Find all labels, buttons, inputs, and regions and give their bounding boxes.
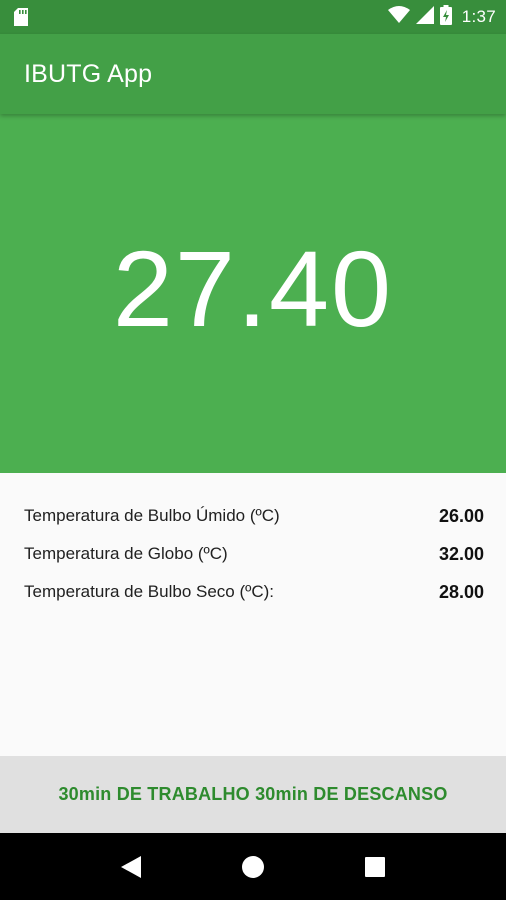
reading-label: Temperatura de Bulbo Úmido (ºC) bbox=[24, 506, 280, 525]
ibutg-value: 27.40 bbox=[112, 228, 394, 349]
reading-row-globe: Temperatura de Globo (ºC) 32.00 bbox=[24, 535, 484, 573]
readings-list: Temperatura de Bulbo Úmido (ºC) 26.00 Te… bbox=[0, 473, 506, 756]
status-right: 1:37 bbox=[387, 4, 496, 30]
navigation-bar bbox=[0, 833, 506, 900]
reading-label: Temperatura de Globo (ºC) bbox=[24, 544, 228, 563]
recommendation-bar: 30min DE TRABALHO 30min DE DESCANSO bbox=[0, 756, 506, 833]
ibutg-result-panel: 27.40 bbox=[0, 114, 506, 473]
back-icon[interactable] bbox=[111, 847, 151, 887]
battery-charging-icon bbox=[439, 4, 452, 30]
reading-value: 26.00 bbox=[438, 505, 484, 526]
reading-row-wet-bulb: Temperatura de Bulbo Úmido (ºC) 26.00 bbox=[24, 497, 484, 535]
signal-icon bbox=[415, 5, 434, 29]
reading-value: 32.00 bbox=[438, 543, 484, 564]
reading-value: 28.00 bbox=[438, 581, 484, 602]
app-bar: IBUTG App bbox=[0, 34, 506, 114]
recommendation-text: 30min DE TRABALHO 30min DE DESCANSO bbox=[58, 784, 448, 804]
reading-row-dry-bulb: Temperatura de Bulbo Seco (ºC): 28.00 bbox=[24, 573, 484, 611]
app-title: IBUTG App bbox=[24, 59, 153, 88]
wifi-icon bbox=[387, 5, 410, 29]
reading-label: Temperatura de Bulbo Seco (ºC): bbox=[24, 582, 274, 601]
recents-icon[interactable] bbox=[355, 847, 395, 887]
status-bar: 1:37 bbox=[0, 0, 506, 34]
home-icon[interactable] bbox=[233, 847, 273, 887]
sd-card-icon bbox=[14, 8, 28, 26]
status-left bbox=[14, 8, 28, 26]
status-time: 1:37 bbox=[461, 7, 496, 26]
